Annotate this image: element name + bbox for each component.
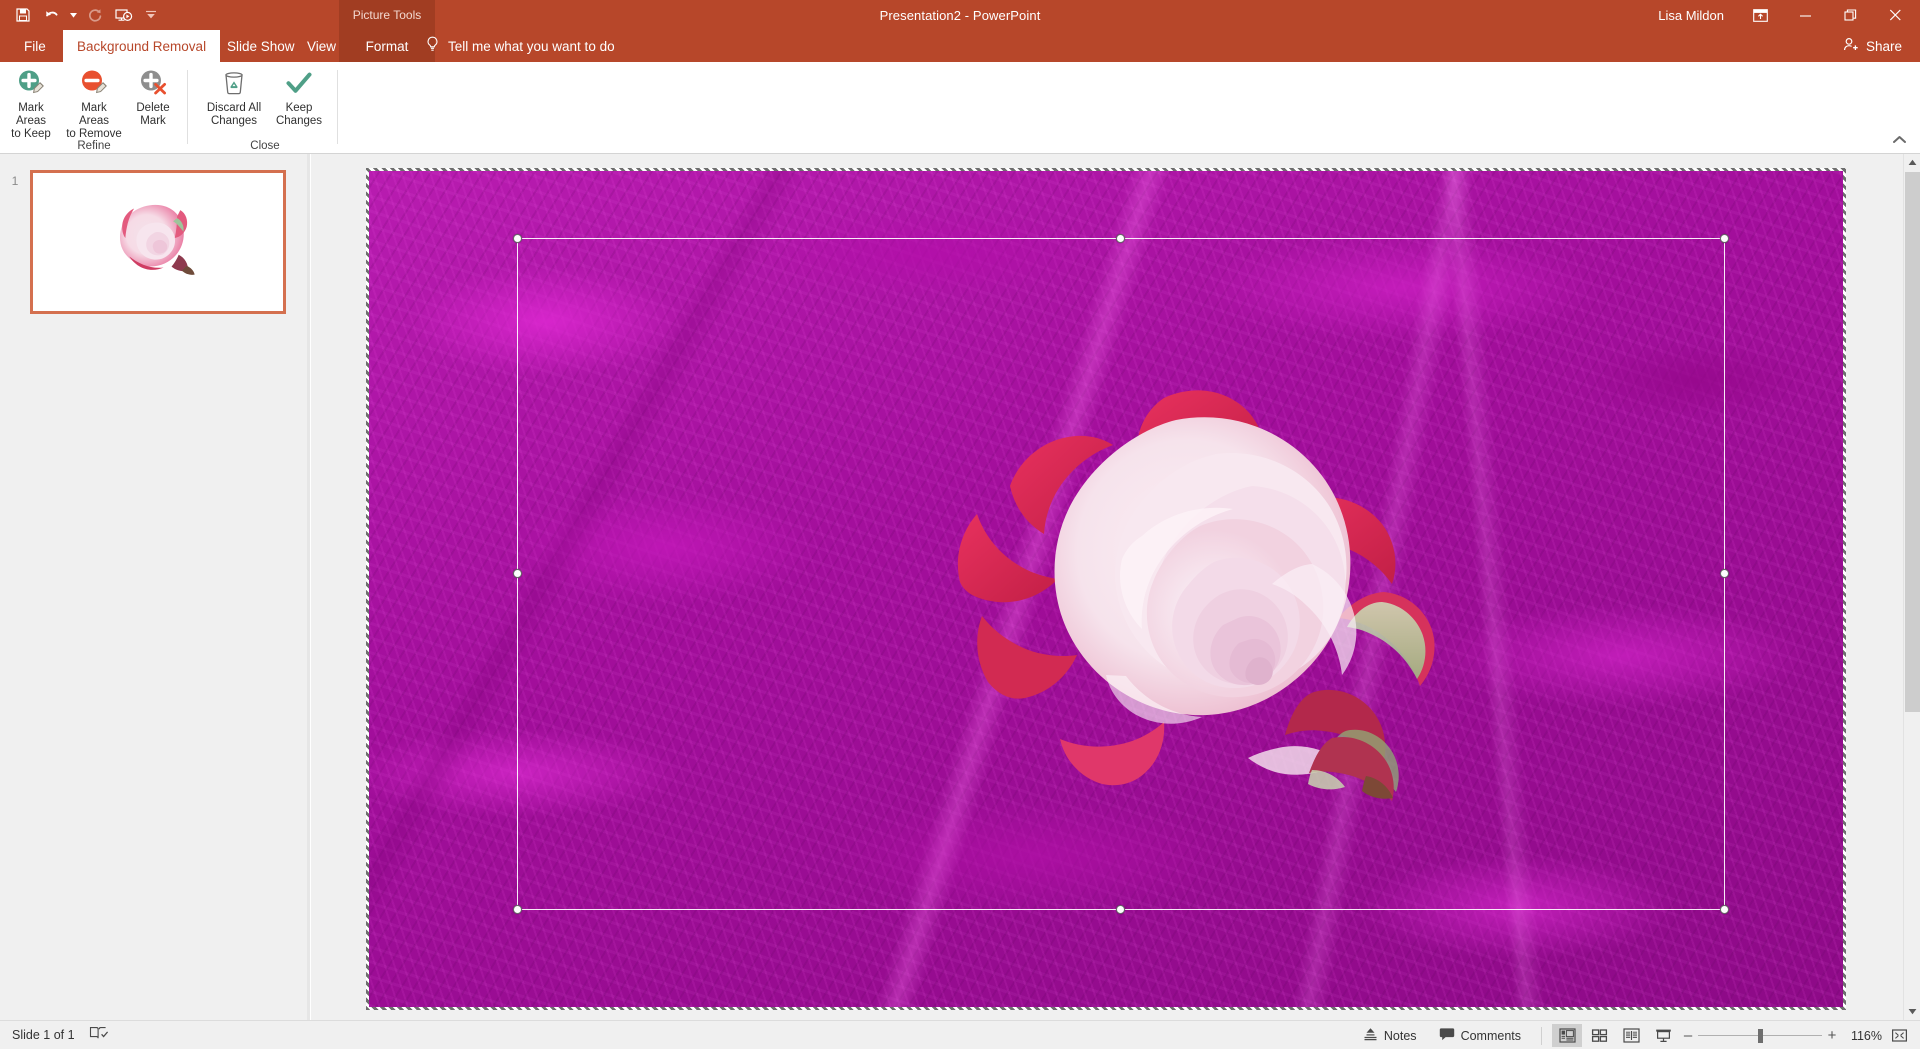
notes-label: Notes: [1384, 1029, 1417, 1043]
slide-indicator[interactable]: Slide 1 of 1: [12, 1028, 75, 1042]
trash-icon: [219, 66, 249, 100]
minimize-icon[interactable]: [1783, 0, 1828, 30]
collapse-ribbon-icon[interactable]: [1888, 129, 1910, 149]
keep-changes-button[interactable]: Keep Changes: [268, 62, 330, 128]
comment-icon: [1439, 1027, 1455, 1044]
tab-background-removal[interactable]: Background Removal: [63, 30, 220, 62]
status-bar-right: Notes Comments: [1353, 1021, 1914, 1050]
zoom-slider-thumb[interactable]: [1758, 1029, 1763, 1043]
ribbon: Mark Areas to Keep Mark Areas to Remove: [0, 62, 1920, 154]
scrollbar-thumb[interactable]: [1905, 172, 1920, 712]
tell-me-search[interactable]: Tell me what you want to do: [425, 30, 615, 62]
resize-handle-bottom-right[interactable]: [1720, 905, 1729, 914]
discard-all-changes-button[interactable]: Discard All Changes: [200, 62, 268, 128]
zoom-level[interactable]: 116%: [1842, 1029, 1882, 1043]
slide-thumbnail-panel[interactable]: 1: [0, 154, 308, 1020]
close-icon[interactable]: [1873, 0, 1918, 30]
status-divider: [1541, 1027, 1542, 1045]
zoom-slider[interactable]: [1698, 1028, 1822, 1044]
undo-dropdown-icon[interactable]: [66, 3, 80, 27]
slide-editing-area[interactable]: [311, 154, 1920, 1020]
picture-tools-text: Picture Tools: [353, 8, 421, 22]
resize-handle-bottom-center[interactable]: [1116, 905, 1125, 914]
resize-handle-top-center[interactable]: [1116, 234, 1125, 243]
status-bar: Slide 1 of 1 Notes: [0, 1020, 1920, 1049]
normal-view-button[interactable]: [1552, 1024, 1582, 1047]
share-person-icon: [1843, 37, 1860, 55]
checkmark-icon: [284, 66, 314, 100]
fit-slide-to-window-button[interactable]: [1884, 1024, 1914, 1047]
resize-handle-top-left[interactable]: [513, 234, 522, 243]
zoom-out-button[interactable]: –: [1680, 1027, 1696, 1044]
user-account-name[interactable]: Lisa Mildon: [1658, 8, 1724, 23]
scroll-down-icon[interactable]: [1904, 1003, 1920, 1020]
delete-mark-label: Delete Mark: [136, 102, 169, 128]
quick-access-toolbar: [0, 0, 164, 30]
comments-label: Comments: [1461, 1029, 1521, 1043]
redo-icon[interactable]: [82, 3, 108, 27]
group-divider: [187, 70, 188, 144]
keep-changes-label: Keep Changes: [276, 102, 322, 128]
customize-qat-icon[interactable]: [138, 3, 164, 27]
accessibility-checker-icon[interactable]: [89, 1025, 108, 1046]
tab-format[interactable]: Format: [339, 30, 435, 62]
slide-show-view-button[interactable]: [1648, 1024, 1678, 1047]
window-title-container: Presentation2 - PowerPoint: [0, 0, 1920, 30]
resize-handle-middle-right[interactable]: [1720, 569, 1729, 578]
tell-me-placeholder: Tell me what you want to do: [448, 39, 615, 54]
mark-areas-to-keep-label: Mark Areas to Keep: [3, 102, 59, 141]
window-controls: Lisa Mildon: [1658, 0, 1920, 30]
plus-x-icon: [137, 66, 169, 100]
restore-icon[interactable]: [1828, 0, 1873, 30]
document-title: Presentation2 - PowerPoint: [880, 8, 1041, 23]
resize-handle-bottom-left[interactable]: [513, 905, 522, 914]
panel-splitter[interactable]: [307, 154, 310, 1020]
slide-thumbnail-1[interactable]: [30, 170, 286, 314]
share-label: Share: [1866, 39, 1902, 54]
ribbon-group-close-label: Close: [192, 140, 338, 152]
scroll-up-icon[interactable]: [1904, 154, 1920, 171]
vertical-scrollbar[interactable]: [1903, 154, 1920, 1020]
delete-mark-button[interactable]: Delete Mark: [126, 62, 180, 128]
contextual-tools-label: Picture Tools: [339, 0, 435, 30]
start-from-beginning-icon[interactable]: [110, 3, 136, 27]
resize-handle-top-right[interactable]: [1720, 234, 1729, 243]
mark-areas-to-keep-button[interactable]: Mark Areas to Keep: [0, 62, 62, 141]
undo-icon[interactable]: [38, 3, 64, 27]
slide-number: 1: [0, 170, 30, 188]
save-icon[interactable]: [10, 3, 36, 27]
picture-selection-rectangle[interactable]: [517, 238, 1725, 910]
notes-button[interactable]: Notes: [1353, 1024, 1427, 1047]
minus-pencil-icon: [78, 66, 110, 100]
share-button[interactable]: Share: [1833, 30, 1912, 62]
notes-icon: [1363, 1027, 1378, 1044]
title-bar: Presentation2 - PowerPoint Picture Tools…: [0, 0, 1920, 30]
slide-canvas[interactable]: [369, 171, 1843, 1007]
ribbon-group-close: Discard All Changes Keep Changes Close: [192, 62, 338, 154]
ribbon-group-refine-label: Refine: [0, 140, 188, 152]
comments-button[interactable]: Comments: [1429, 1024, 1531, 1047]
ribbon-group-refine: Mark Areas to Keep Mark Areas to Remove: [0, 62, 188, 154]
thumbnail-rose-image: [110, 199, 206, 285]
lightbulb-icon: [425, 36, 440, 56]
reading-view-button[interactable]: [1616, 1024, 1646, 1047]
resize-handle-middle-left[interactable]: [513, 569, 522, 578]
ribbon-display-options-icon[interactable]: [1738, 0, 1783, 30]
tab-file[interactable]: File: [10, 30, 60, 62]
discard-all-changes-label: Discard All Changes: [207, 102, 261, 128]
group-divider: [337, 70, 338, 144]
slide-sorter-view-button[interactable]: [1584, 1024, 1614, 1047]
plus-pencil-icon: [15, 66, 47, 100]
status-bar-left: Slide 1 of 1: [0, 1025, 108, 1046]
mark-areas-to-remove-label: Mark Areas to Remove: [65, 102, 123, 141]
mark-areas-to-remove-button[interactable]: Mark Areas to Remove: [62, 62, 126, 141]
ribbon-tab-strip: File Background Removal Slide Show View …: [0, 30, 1920, 62]
thumbnail-list: 1: [0, 170, 308, 314]
slide-canvas-frame: [366, 168, 1846, 1010]
zoom-in-button[interactable]: +: [1824, 1027, 1840, 1044]
